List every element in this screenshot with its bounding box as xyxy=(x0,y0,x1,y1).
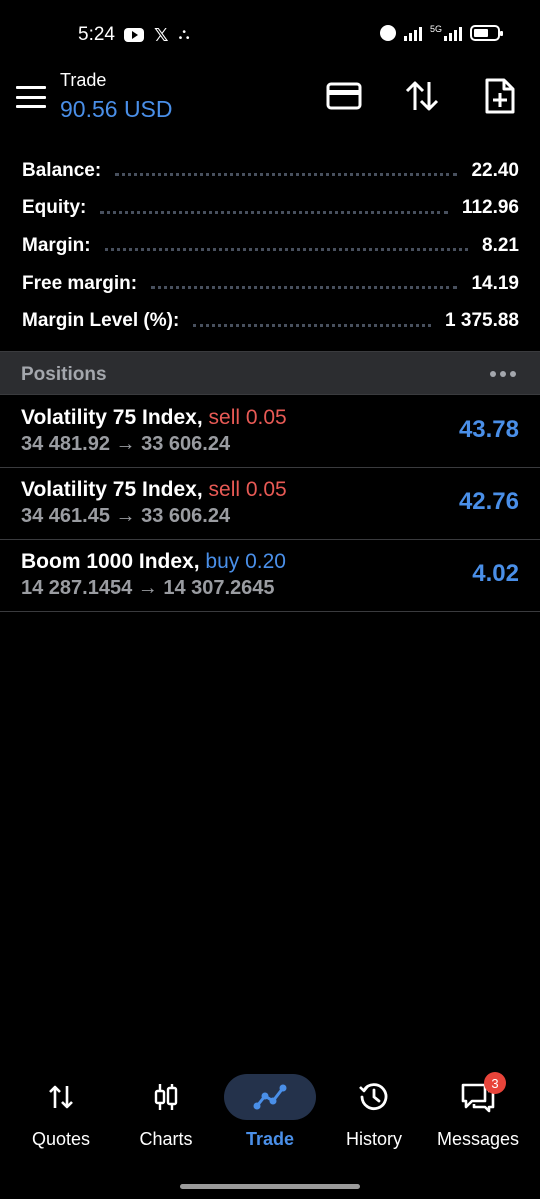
candlestick-icon xyxy=(154,1084,178,1110)
quotes-arrows-icon xyxy=(49,1085,73,1109)
nav-label: Messages xyxy=(436,1129,520,1149)
alarm-icon xyxy=(379,25,396,41)
position-row[interactable]: Volatility 75 Index, sell 0.05 34 461.45… xyxy=(0,468,540,540)
summary-label: Equity: xyxy=(22,197,87,219)
notification-icons: 𝕏 ⛬ xyxy=(124,25,190,45)
dotted-leader xyxy=(100,210,448,214)
summary-label: Margin Level (%): xyxy=(22,310,180,332)
status-bar: 5:24 𝕏 ⛬ 5G xyxy=(0,0,540,72)
position-symbol: Volatility 75 Index, xyxy=(21,406,203,429)
summary-value: 22.40 xyxy=(471,159,519,181)
summary-value: 14.19 xyxy=(471,272,519,294)
account-summary: Balance: 22.40 Equity: 112.96 Margin: 8.… xyxy=(22,152,519,340)
position-prices: 14 287.1454 → 14 307.2645 xyxy=(21,577,275,599)
nav-label: History xyxy=(345,1129,402,1149)
account-balance: 90.56 USD xyxy=(60,96,173,122)
deposit-button[interactable] xyxy=(324,76,364,116)
signal-icon xyxy=(403,25,422,41)
menu-button[interactable] xyxy=(16,84,46,110)
menu-icon-bar xyxy=(16,95,46,99)
page-title: Trade xyxy=(60,70,107,90)
position-prices: 34 481.92 → 33 606.24 xyxy=(21,433,231,455)
x-icon: 𝕏 xyxy=(154,25,169,45)
position-row[interactable]: Volatility 75 Index, sell 0.05 34 481.92… xyxy=(0,396,540,468)
positions-title: Positions xyxy=(21,364,107,385)
dotted-leader xyxy=(115,173,458,177)
positions-section-header: Positions xyxy=(0,351,540,395)
nav-icon-container xyxy=(328,1074,420,1120)
position-symbol: Boom 1000 Index, xyxy=(21,550,200,573)
sort-arrows-icon xyxy=(405,81,439,111)
summary-label: Balance: xyxy=(22,159,102,181)
status-time: 5:24 xyxy=(78,24,115,45)
summary-row-equity: Equity: 112.96 xyxy=(22,190,519,228)
summary-row-margin: Margin: 8.21 xyxy=(22,227,519,265)
nav-history[interactable]: History xyxy=(322,1068,426,1168)
position-profit: 4.02 xyxy=(472,560,519,587)
new-document-icon xyxy=(485,78,515,114)
menu-icon-bar xyxy=(16,86,46,89)
dot xyxy=(500,371,506,377)
nav-label: Charts xyxy=(139,1129,193,1149)
menu-icon-bar xyxy=(16,105,46,108)
new-order-button[interactable] xyxy=(480,76,520,116)
position-profit: 42.76 xyxy=(458,488,519,515)
signal-icon-2 xyxy=(444,25,462,41)
summary-row-balance: Balance: 22.40 xyxy=(22,152,519,190)
dotted-leader xyxy=(151,286,458,290)
position-side: buy 0.20 xyxy=(205,550,286,573)
position-side: sell 0.05 xyxy=(208,478,287,501)
position-title: Volatility 75 Index, sell 0.05 xyxy=(21,478,287,502)
position-title: Boom 1000 Index, buy 0.20 xyxy=(21,550,286,574)
bottom-navigation: Quotes Charts Trade History 3 Messages xyxy=(0,1068,540,1168)
summary-label: Margin: xyxy=(22,234,91,256)
home-indicator[interactable] xyxy=(180,1184,360,1189)
position-row[interactable]: Boom 1000 Index, buy 0.20 14 287.1454 → … xyxy=(0,540,540,612)
nav-trade[interactable]: Trade xyxy=(218,1068,322,1168)
nav-icon-container xyxy=(224,1074,316,1120)
nav-charts[interactable]: Charts xyxy=(114,1068,218,1168)
nav-quotes[interactable]: Quotes xyxy=(9,1068,113,1168)
summary-row-free-margin: Free margin: 14.19 xyxy=(22,265,519,303)
nav-label: Quotes xyxy=(31,1129,91,1149)
sync-icon: ⛬ xyxy=(178,26,190,43)
nav-icon-container xyxy=(15,1074,107,1120)
nav-icon-container: 3 xyxy=(432,1072,524,1120)
network-type-label: 5G xyxy=(429,24,442,34)
system-icons: 5G xyxy=(379,24,503,41)
battery-icon xyxy=(470,25,503,41)
dot xyxy=(510,371,516,377)
history-clock-icon xyxy=(359,1083,388,1110)
position-symbol: Volatility 75 Index, xyxy=(21,478,203,501)
dotted-leader xyxy=(104,248,469,252)
sort-button[interactable] xyxy=(402,76,442,116)
summary-value: 8.21 xyxy=(482,234,519,256)
summary-value: 112.96 xyxy=(461,197,519,219)
position-side: sell 0.05 xyxy=(208,406,287,429)
more-options-icon[interactable] xyxy=(490,371,516,377)
unread-badge: 3 xyxy=(484,1072,506,1094)
summary-row-margin-level: Margin Level (%): 1 375.88 xyxy=(22,302,519,340)
position-profit: 43.78 xyxy=(458,416,519,443)
summary-value: 1 375.88 xyxy=(445,310,519,332)
nav-label: Trade xyxy=(245,1129,295,1149)
nav-messages[interactable]: 3 Messages xyxy=(426,1068,530,1168)
youtube-icon xyxy=(124,28,144,42)
card-icon xyxy=(326,82,362,110)
position-prices: 34 461.45 → 33 606.24 xyxy=(21,505,231,527)
dotted-leader xyxy=(193,323,432,327)
position-title: Volatility 75 Index, sell 0.05 xyxy=(21,406,287,430)
dot xyxy=(490,371,496,377)
nav-icon-container xyxy=(120,1074,212,1120)
trade-line-icon xyxy=(253,1084,287,1110)
summary-label: Free margin: xyxy=(22,272,138,294)
